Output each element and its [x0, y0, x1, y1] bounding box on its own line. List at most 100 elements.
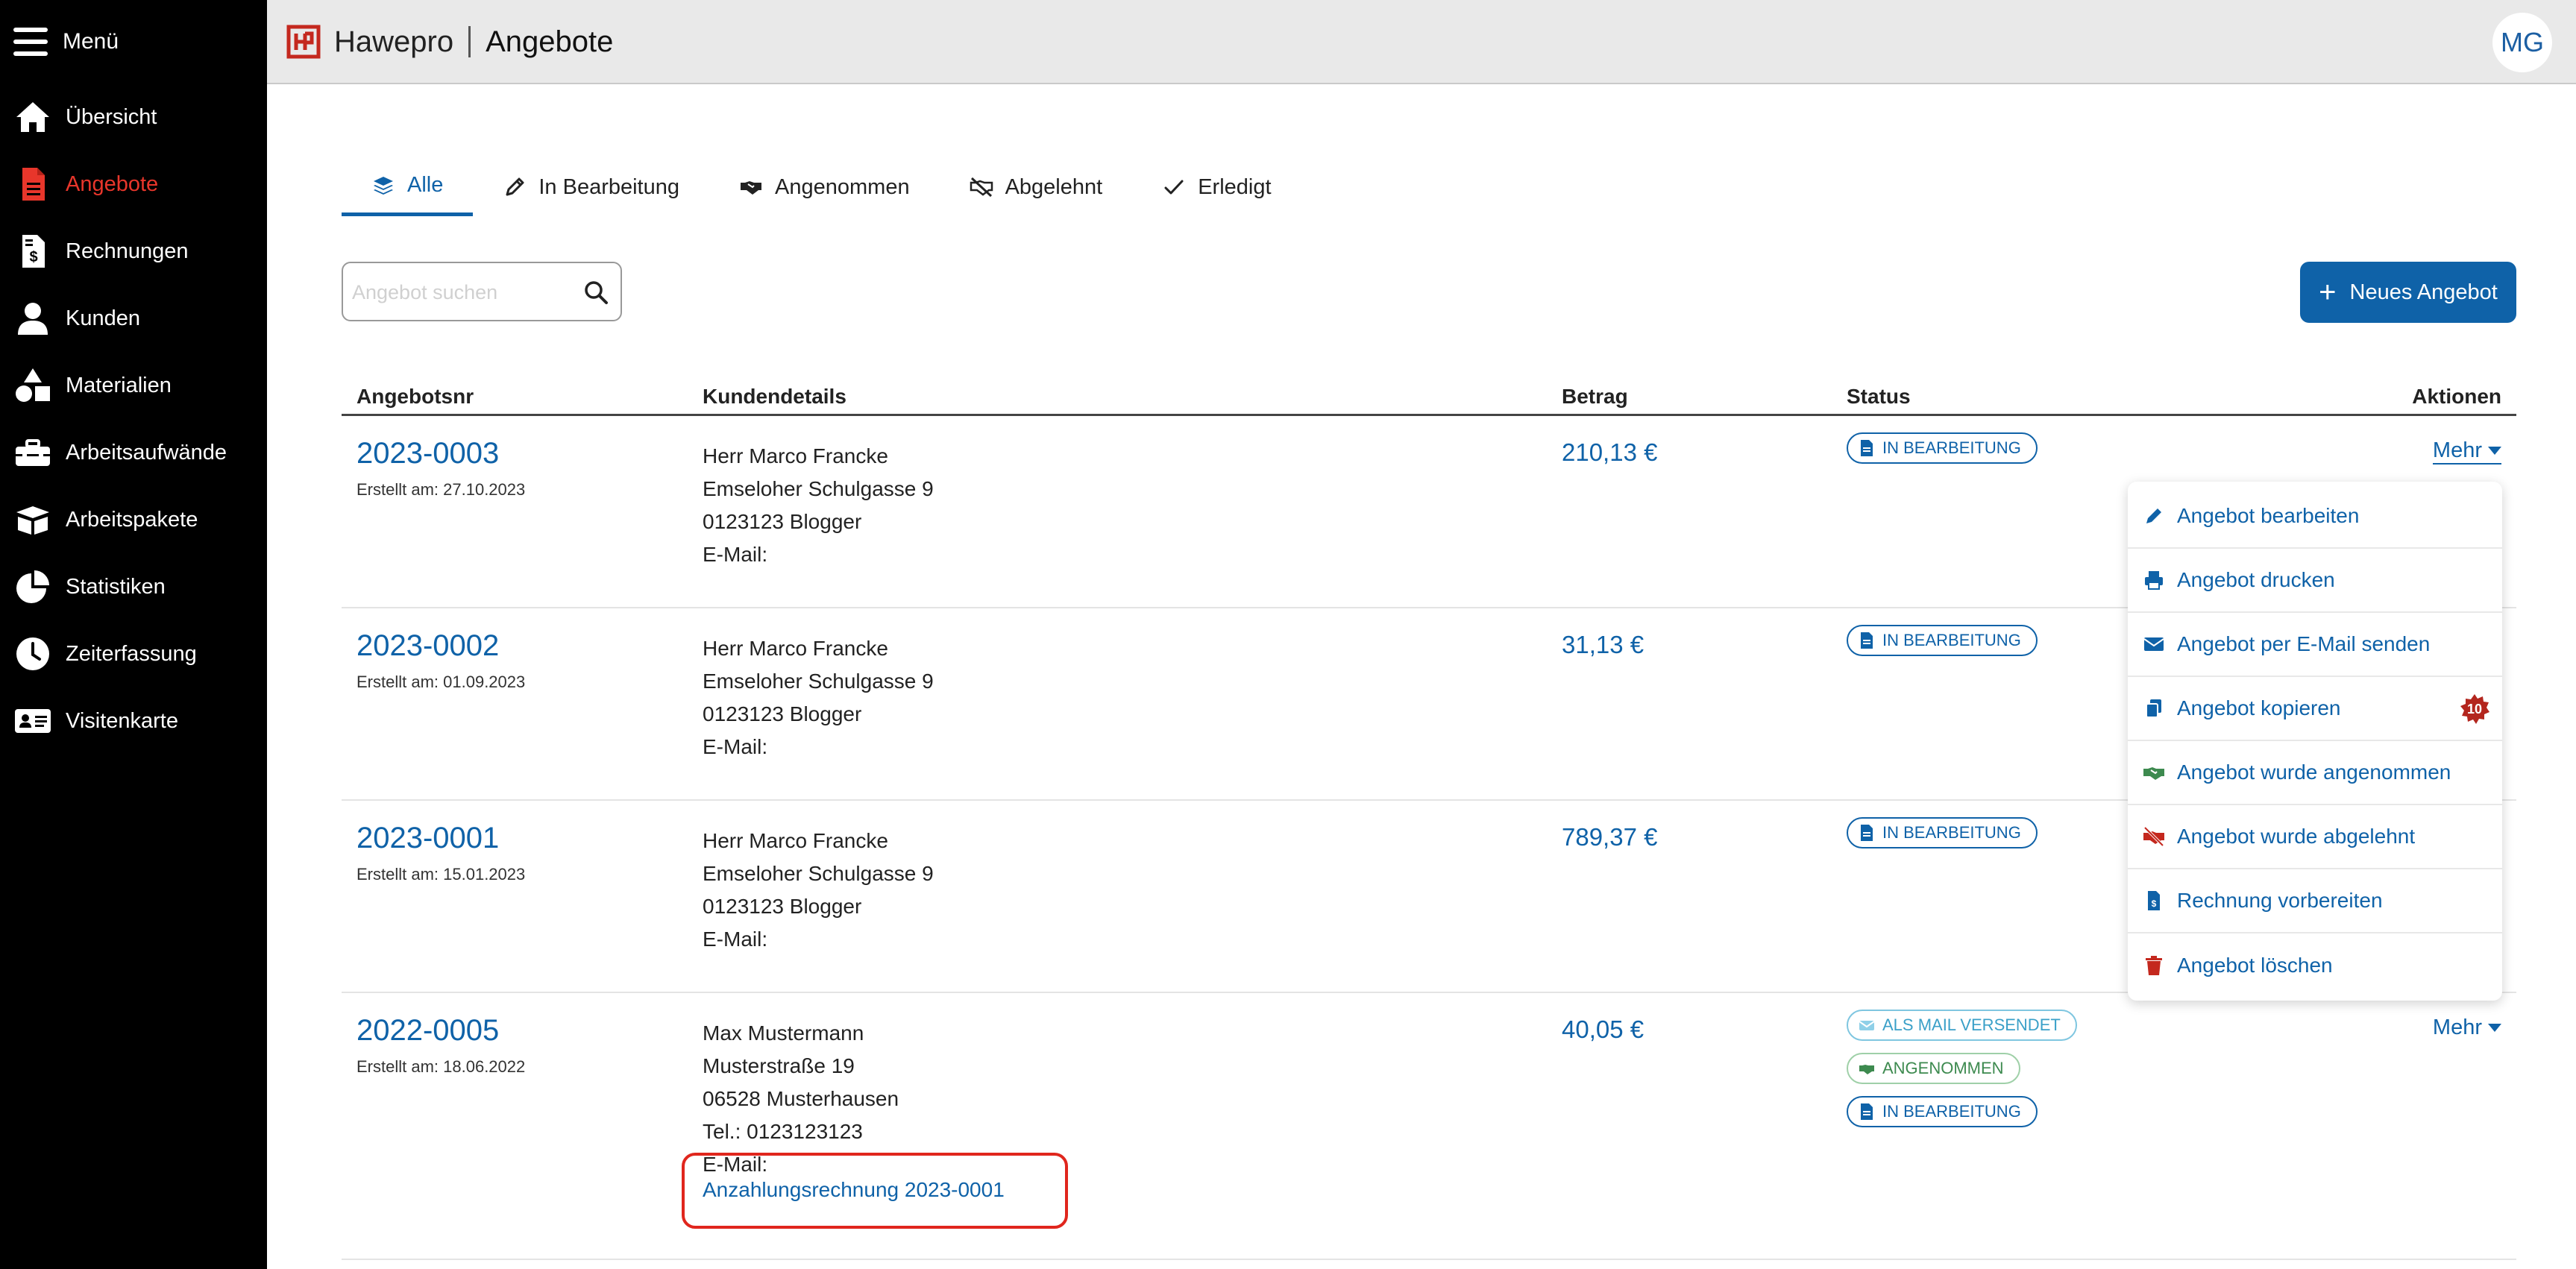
user-icon [12, 297, 54, 339]
menu-item-label: Angebot löschen [2177, 954, 2333, 977]
more-actions-label: Mehr [2432, 438, 2482, 462]
status-badge-label: IN BEARBEITUNG [1882, 823, 2021, 842]
menu-item-offer-accepted[interactable]: Angebot wurde angenommen [2128, 741, 2502, 805]
customer-email: E-Mail: [703, 543, 768, 566]
offer-number-link[interactable]: 2023-0003 [356, 437, 499, 470]
tab-alle[interactable]: Alle [342, 158, 474, 216]
handshake-slash-icon [2143, 825, 2165, 848]
search-input[interactable] [352, 272, 576, 312]
customer-name: Herr Marco Francke [703, 829, 888, 852]
menu-item-offer-rejected[interactable]: Angebot wurde abgelehnt [2128, 805, 2502, 869]
sidebar-item-visitenkarte[interactable]: Visitenkarte [0, 687, 267, 755]
sidebar-item-label: Übersicht [66, 104, 157, 129]
sidebar-item-angebote[interactable]: Angebote [0, 151, 267, 218]
sidebar-item-rechnungen[interactable]: $ Rechnungen [0, 218, 267, 285]
page-title: Angebote [486, 25, 614, 58]
tab-label: Abgelehnt [1005, 174, 1103, 199]
created-date: Erstellt am: 01.09.2023 [356, 673, 526, 691]
tab-label: In Bearbeitung [538, 174, 680, 199]
menu-item-edit-offer[interactable]: Angebot bearbeiten [2128, 485, 2502, 549]
table-header: Angebotsnr Kundendetails Betrag Status A… [342, 380, 2516, 416]
sidebar-item-arbeitspakete[interactable]: Arbeitspakete [0, 486, 267, 553]
tab-in-bearbeitung[interactable]: In Bearbeitung [473, 158, 709, 216]
customer-city: 06528 Musterhausen [703, 1087, 899, 1110]
customer-street: Emseloher Schulgasse 9 [703, 477, 934, 500]
tab-angenommen[interactable]: Angenommen [709, 158, 940, 216]
status-badges: IN BEARBEITUNG [1847, 625, 2038, 668]
svg-text:$: $ [2152, 898, 2157, 909]
envelope-icon [1859, 1016, 1875, 1034]
menu-item-label: Angebot drucken [2177, 568, 2335, 591]
customer-street: Emseloher Schulgasse 9 [703, 862, 934, 885]
top-bar: Hawepro Angebote MG [267, 0, 2576, 84]
status-badge-label: IN BEARBEITUNG [1882, 631, 2021, 649]
printer-icon [2143, 569, 2165, 591]
envelope-icon [2143, 633, 2165, 655]
column-header-customer: Kundendetails [703, 385, 846, 408]
tab-erledigt[interactable]: Erledigt [1132, 158, 1301, 216]
menu-item-label: Angebot wurde angenommen [2177, 761, 2451, 784]
more-actions-button[interactable]: Mehr [2432, 438, 2501, 465]
file-icon [1859, 632, 1875, 649]
menu-item-print-offer[interactable]: Angebot drucken [2128, 549, 2502, 613]
status-badge: IN BEARBEITUNG [1847, 1096, 2038, 1127]
avatar[interactable]: MG [2492, 13, 2552, 72]
handshake-icon [739, 175, 763, 199]
offer-number-link[interactable]: 2022-0005 [356, 1014, 499, 1048]
count-badge-label: 10 [2466, 701, 2483, 717]
sidebar-item-label: Arbeitsaufwände [66, 440, 227, 465]
customer-email: E-Mail: [703, 928, 768, 951]
search-icon[interactable] [582, 278, 610, 306]
brand[interactable]: Hawepro Angebote [286, 22, 613, 61]
invoice-icon: $ [2143, 889, 2165, 912]
status-badge: IN BEARBEITUNG [1847, 817, 2038, 848]
sidebar-item-materialien[interactable]: Materialien [0, 352, 267, 419]
menu-item-delete-offer[interactable]: Angebot löschen [2128, 933, 2502, 998]
new-offer-button[interactable]: + Neues Angebot [2300, 262, 2516, 323]
offer-number-link[interactable]: 2023-0002 [356, 629, 499, 663]
tab-abgelehnt[interactable]: Abgelehnt [940, 158, 1133, 216]
offer-amount: 789,37 € [1562, 823, 1658, 851]
status-badge: ANGENOMMEN [1847, 1053, 2020, 1084]
sidebar-item-label: Rechnungen [66, 239, 189, 263]
hawepro-logo-icon [286, 25, 321, 59]
created-date: Erstellt am: 27.10.2023 [356, 480, 526, 499]
status-badges: ALS MAIL VERSENDET ANGENOMMEN IN BEARBEI… [1847, 1010, 2077, 1139]
sidebar-nav: Übersicht Angebote $ Rechnungen Kunden M… [0, 84, 267, 755]
column-header-actions: Aktionen [2412, 385, 2501, 408]
menu-item-label: Angebot per E-Mail senden [2177, 632, 2431, 655]
menu-item-email-offer[interactable]: Angebot per E-Mail senden [2128, 613, 2502, 677]
menu-item-copy-offer[interactable]: Angebot kopieren 10 [2128, 677, 2502, 741]
customer-details: Herr Marco Francke Emseloher Schulgasse … [703, 632, 934, 763]
status-badges: IN BEARBEITUNG [1847, 432, 2038, 476]
menu-item-prepare-invoice[interactable]: $ Rechnung vorbereiten [2128, 869, 2502, 933]
handshake-icon [1859, 1059, 1875, 1077]
customer-street: Musterstraße 19 [703, 1054, 855, 1077]
sidebar-item-arbeitsaufwaende[interactable]: Arbeitsaufwände [0, 419, 267, 486]
sidebar-item-zeiterfassung[interactable]: Zeiterfassung [0, 620, 267, 687]
sidebar-item-label: Materialien [66, 373, 172, 397]
layers-icon [371, 174, 395, 198]
sidebar-item-label: Angebote [66, 171, 159, 196]
sidebar-item-statistiken[interactable]: Statistiken [0, 553, 267, 620]
linked-invoice-link[interactable]: Anzahlungsrechnung 2023-0001 [703, 1178, 1005, 1202]
sidebar-item-kunden[interactable]: Kunden [0, 285, 267, 352]
caret-down-icon [2488, 1024, 2501, 1032]
status-badges: IN BEARBEITUNG [1847, 817, 2038, 860]
tab-label: Erledigt [1198, 174, 1272, 199]
new-offer-label: Neues Angebot [2349, 280, 2498, 304]
document-icon [12, 163, 54, 205]
pencil-icon [503, 175, 527, 199]
customer-name: Max Mustermann [703, 1021, 864, 1045]
sidebar-item-label: Visitenkarte [66, 708, 178, 733]
sidebar-item-uebersicht[interactable]: Übersicht [0, 84, 267, 151]
trash-icon [2143, 954, 2165, 977]
offer-amount: 31,13 € [1562, 631, 1644, 658]
svg-text:$: $ [29, 249, 37, 265]
more-actions-button[interactable]: Mehr [2433, 1015, 2501, 1040]
handshake-icon [2143, 761, 2165, 784]
menu-toggle[interactable]: Menü [13, 22, 119, 61]
brand-separator [468, 26, 471, 57]
offer-number-link[interactable]: 2023-0001 [356, 822, 499, 855]
status-badge: IN BEARBEITUNG [1847, 432, 2038, 464]
